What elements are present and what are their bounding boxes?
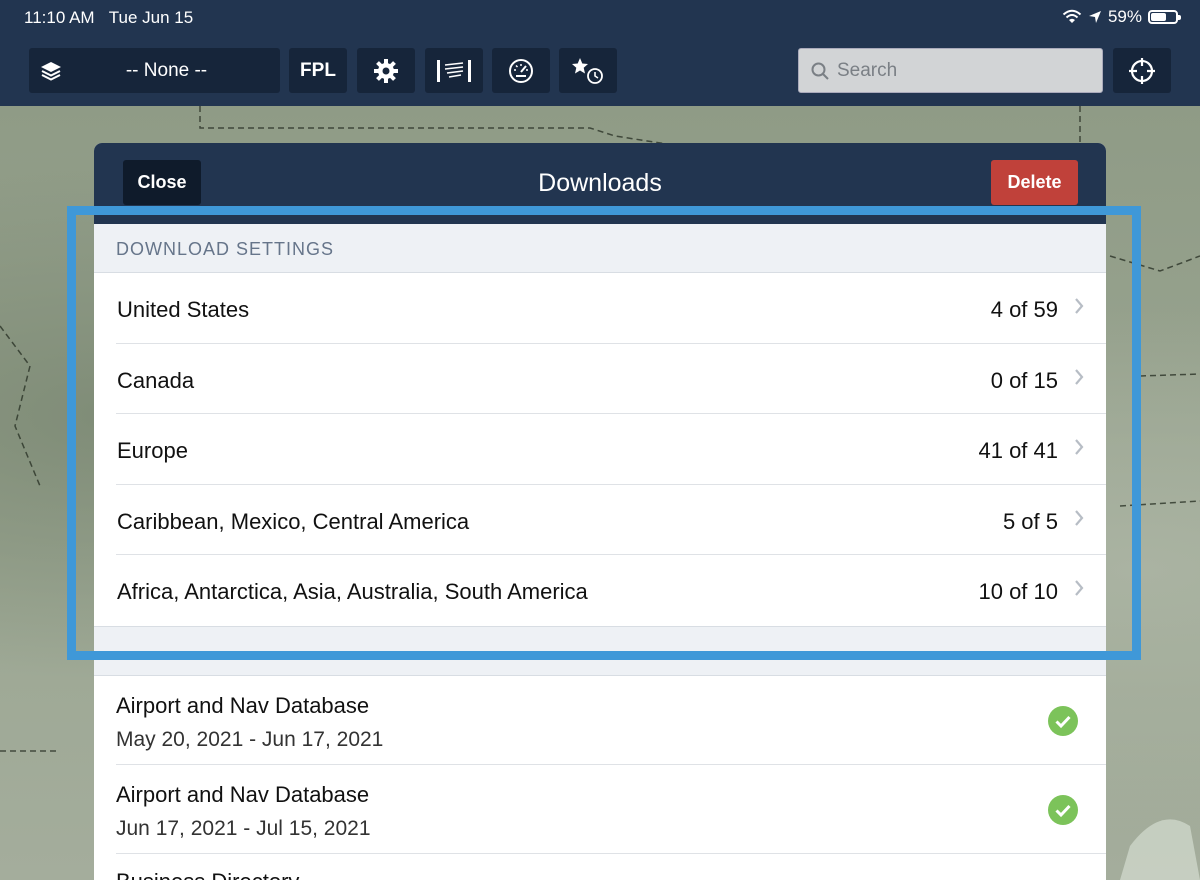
layer-select-button[interactable]: -- None --	[29, 48, 280, 93]
search-input[interactable]: Search	[798, 48, 1103, 93]
favorites-recents-button[interactable]	[559, 48, 617, 93]
layers-icon	[29, 59, 73, 83]
gear-icon	[374, 58, 398, 83]
location-arrow-icon	[1088, 11, 1101, 23]
battery-percent: 59%	[1107, 7, 1142, 26]
status-time: 11:10 AM Tue Jun 15	[24, 8, 194, 27]
wifi-icon	[1062, 9, 1082, 23]
highlight-frame	[67, 206, 1141, 660]
database-name: Airport and Nav Database	[116, 782, 370, 807]
check-circle-icon	[1048, 706, 1078, 736]
database-item[interactable]: Airport and Nav Database May 20, 2021 - …	[116, 676, 1106, 765]
delete-button[interactable]: Delete	[991, 160, 1078, 205]
weather-button[interactable]	[425, 48, 483, 93]
search-icon	[811, 62, 829, 80]
target-icon	[1129, 57, 1155, 84]
check-circle-icon	[1048, 795, 1078, 825]
weather-icon	[437, 59, 471, 82]
gauge-icon	[509, 58, 533, 83]
fpl-button[interactable]: FPL	[289, 48, 347, 93]
locate-button[interactable]	[1113, 48, 1171, 93]
database-item[interactable]: Business Directory	[116, 854, 1106, 880]
database-item[interactable]: Airport and Nav Database Jun 17, 2021 - …	[116, 765, 1106, 854]
layer-select-label: -- None --	[125, 59, 208, 81]
database-list: Airport and Nav Database May 20, 2021 - …	[94, 676, 1106, 880]
search-placeholder: Search	[837, 59, 898, 81]
status-bar: 11:10 AM Tue Jun 15 59%	[0, 0, 1200, 34]
database-name: Business Directory	[116, 869, 299, 880]
gauge-button[interactable]	[492, 48, 550, 93]
database-date: May 20, 2021 - Jun 17, 2021	[116, 728, 384, 751]
database-name: Airport and Nav Database	[116, 693, 370, 718]
status-right: 59%	[1062, 7, 1181, 27]
modal-title: Downloads	[538, 169, 662, 197]
top-bar: 11:10 AM Tue Jun 15 59% -- None -- FPL S…	[0, 0, 1200, 106]
database-date: Jun 17, 2021 - Jul 15, 2021	[116, 817, 371, 840]
settings-button[interactable]	[357, 48, 415, 93]
star-clock-icon	[572, 57, 603, 84]
battery-icon	[1148, 10, 1181, 24]
